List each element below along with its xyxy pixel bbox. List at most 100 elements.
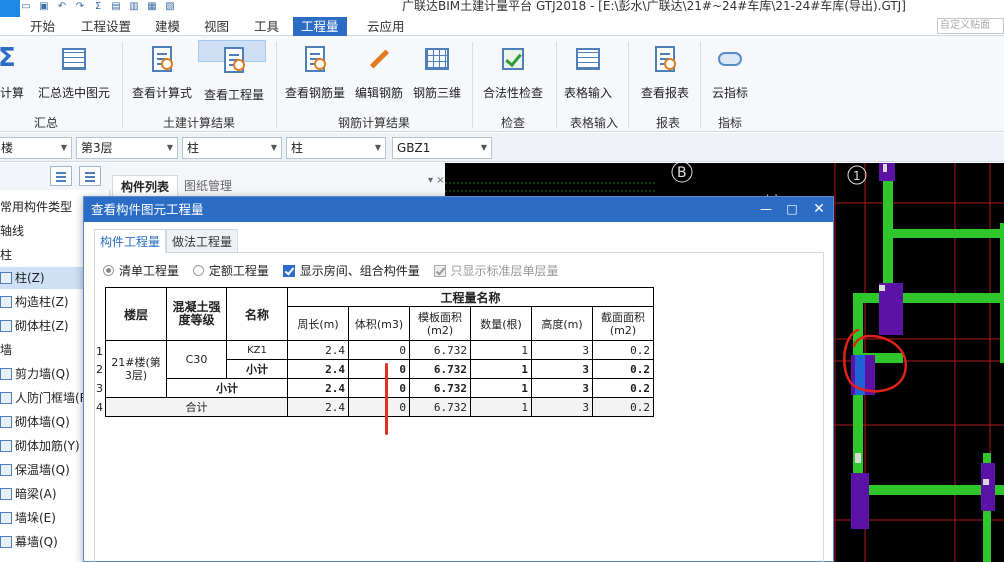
chevron-down-icon: ▼ <box>60 143 67 152</box>
masonry-column-icon <box>0 320 12 332</box>
sum-selected-button[interactable]: 汇总选中图元 <box>36 40 112 106</box>
bill-quantity-option[interactable]: 清单工程量 <box>103 262 179 279</box>
cell-count: 1 <box>470 397 532 417</box>
cell-section: 0.2 <box>592 397 654 417</box>
group-label-report: 报表 <box>656 116 681 130</box>
table-row[interactable]: 21#楼(第3层) C30 KZ1 2.4 0 6.732 1 3 0.2 <box>105 340 654 398</box>
radio-selected-icon <box>103 265 114 276</box>
edit-rebar-button[interactable]: 编辑钢筋 <box>352 40 406 106</box>
construction-column-icon <box>0 296 12 308</box>
quantity-table: 楼层 混凝土强度等级 名称 工程量名称 周长(m) 体积(m3) 模板面积(m2… <box>105 287 654 417</box>
view-rebar-button[interactable]: 查看钢筋量 <box>282 40 348 106</box>
legality-check-button[interactable]: 合法性检查 <box>480 40 546 106</box>
menu-bar: 开始 工程设置 建模 视图 工具 工程量 云应用 自定义贴面 <box>0 17 1004 36</box>
rebar-3d-button[interactable]: 钢筋三维 <box>410 40 464 106</box>
sigma-icon: Σ <box>0 43 16 73</box>
view-formula-button[interactable]: 查看计算式 <box>130 40 194 106</box>
redo-icon[interactable]: ↷ <box>74 1 86 12</box>
detail-view-icon[interactable] <box>79 166 101 186</box>
grid-icon[interactable]: ▦ <box>146 1 158 12</box>
close-button[interactable]: ✕ <box>806 197 832 222</box>
selected-column <box>855 355 865 395</box>
masonry-wall-icon <box>0 416 12 428</box>
tab-method-quantity[interactable]: 做法工程量 <box>166 229 239 253</box>
cell-volume: 0 <box>348 359 410 379</box>
header-section-area: 截面面积(m2) <box>592 306 654 341</box>
chevron-down-icon: ▼ <box>166 143 173 152</box>
save-icon[interactable]: ▣ <box>38 1 50 12</box>
cell-perimeter: 2.4 <box>287 359 349 379</box>
table-input-button[interactable]: 表格输入 <box>561 40 615 106</box>
cell-height: 3 <box>531 397 593 417</box>
dialog-title: 查看构件图元工程量 <box>84 197 833 222</box>
quantity-options: 清单工程量 定额工程量 显示房间、组合构件量 只显示标准层单层量 <box>103 262 569 278</box>
cell-formwork: 6.732 <box>409 359 471 379</box>
menu-modeling[interactable]: 建模 <box>147 17 188 36</box>
checkbox-disabled-icon <box>433 265 446 277</box>
table-row-total[interactable]: 合计 2.4 0 6.732 1 3 0.2 <box>105 397 654 417</box>
radio-icon <box>192 265 204 276</box>
calc-button[interactable]: Σ 计算 <box>0 40 32 106</box>
header-formwork-area: 模板面积(m2) <box>409 306 471 341</box>
menu-project-settings[interactable]: 工程设置 <box>73 17 139 36</box>
pen-icon <box>365 44 393 74</box>
menu-quantity[interactable]: 工程量 <box>293 17 347 36</box>
type-select[interactable]: 柱 ▼ <box>182 137 282 159</box>
menu-tools[interactable]: 工具 <box>246 17 287 36</box>
subtype-select[interactable]: 柱 ▼ <box>286 137 386 159</box>
panel-close-icon[interactable]: ▾ × <box>428 175 445 186</box>
ribbon-separator <box>122 42 123 128</box>
maximize-button[interactable]: □ <box>779 197 805 222</box>
group-label-table-input: 表格输入 <box>570 116 619 130</box>
menu-start[interactable]: 开始 <box>22 17 63 36</box>
table-row[interactable]: 小计 2.4 0 6.732 1 3 0.2 <box>106 378 654 398</box>
cell-height: 3 <box>531 359 593 379</box>
view-icon[interactable]: ▥ <box>128 1 140 12</box>
shear-wall-icon <box>0 368 12 380</box>
menu-view[interactable]: 视图 <box>196 17 237 36</box>
table-sum-icon <box>60 44 88 74</box>
custom-search-input[interactable]: 自定义贴面 <box>937 18 1004 34</box>
report-icon[interactable]: ▤ <box>110 1 122 12</box>
open-icon[interactable]: ▭ <box>20 1 32 12</box>
civil-defense-wall-icon <box>0 392 12 404</box>
cell-perimeter: 2.4 <box>287 340 349 360</box>
list-view-icon[interactable] <box>50 166 72 186</box>
cell-perimeter: 2.4 <box>287 397 349 417</box>
standard-floor-checkbox: 只显示标准层单层量 <box>433 262 559 279</box>
ribbon-separator <box>472 42 473 128</box>
tree-toolbar <box>0 163 110 190</box>
tab-component-list[interactable]: 构件列表 <box>112 175 179 197</box>
check-icon <box>499 44 527 74</box>
sum-icon[interactable]: Σ <box>92 1 104 12</box>
selector-bar: 楼 ▼ 第3层 ▼ 柱 ▼ 柱 ▼ GBZ1 ▼ <box>0 133 1004 162</box>
floor-select[interactable]: 第3层 ▼ <box>76 137 178 159</box>
cloud-index-button[interactable]: 云指标 <box>708 40 752 106</box>
show-rooms-checkbox[interactable]: 显示房间、组合构件量 <box>282 262 420 279</box>
quota-quantity-option[interactable]: 定额工程量 <box>192 262 269 279</box>
table-input-icon <box>574 44 602 74</box>
app-window: ▭ ▣ ↶ ↷ Σ ▤ ▥ ▦ ▧ 广联达BIM土建计量平台 GTJ2018 -… <box>0 0 1004 562</box>
view-report-button[interactable]: 查看报表 <box>638 40 692 106</box>
cell-name: 小计 <box>226 359 288 379</box>
curtain-wall-icon <box>0 536 12 548</box>
building-select[interactable]: 楼 ▼ <box>0 137 72 159</box>
tab-drawing-management[interactable]: 图纸管理 <box>176 175 240 197</box>
header-quantity-name: 工程量名称 <box>287 287 654 307</box>
undo-icon[interactable]: ↶ <box>56 1 68 12</box>
component-panel-tabs: 构件列表 图纸管理 ▾ × <box>110 173 445 197</box>
rebar-3d-icon <box>423 44 451 74</box>
tab-component-quantity[interactable]: 构件工程量 <box>94 229 167 253</box>
row-number: 4 <box>96 401 103 414</box>
header-height: 高度(m) <box>531 306 593 341</box>
cell-count: 1 <box>470 359 532 379</box>
minimize-button[interactable]: — <box>753 197 779 222</box>
window-title: 广联达BIM土建计量平台 GTJ2018 - [E:\彭水\广联达\21#~24… <box>402 0 906 13</box>
view-quantity-button[interactable]: 查看工程量 <box>198 40 266 102</box>
component-select[interactable]: GBZ1 ▼ <box>392 137 492 159</box>
ribbon-separator <box>700 42 701 128</box>
group-label-summary: 汇总 <box>34 116 59 130</box>
insulation-wall-icon <box>0 464 12 476</box>
layer-icon[interactable]: ▧ <box>164 1 176 12</box>
menu-cloud[interactable]: 云应用 <box>359 17 413 36</box>
